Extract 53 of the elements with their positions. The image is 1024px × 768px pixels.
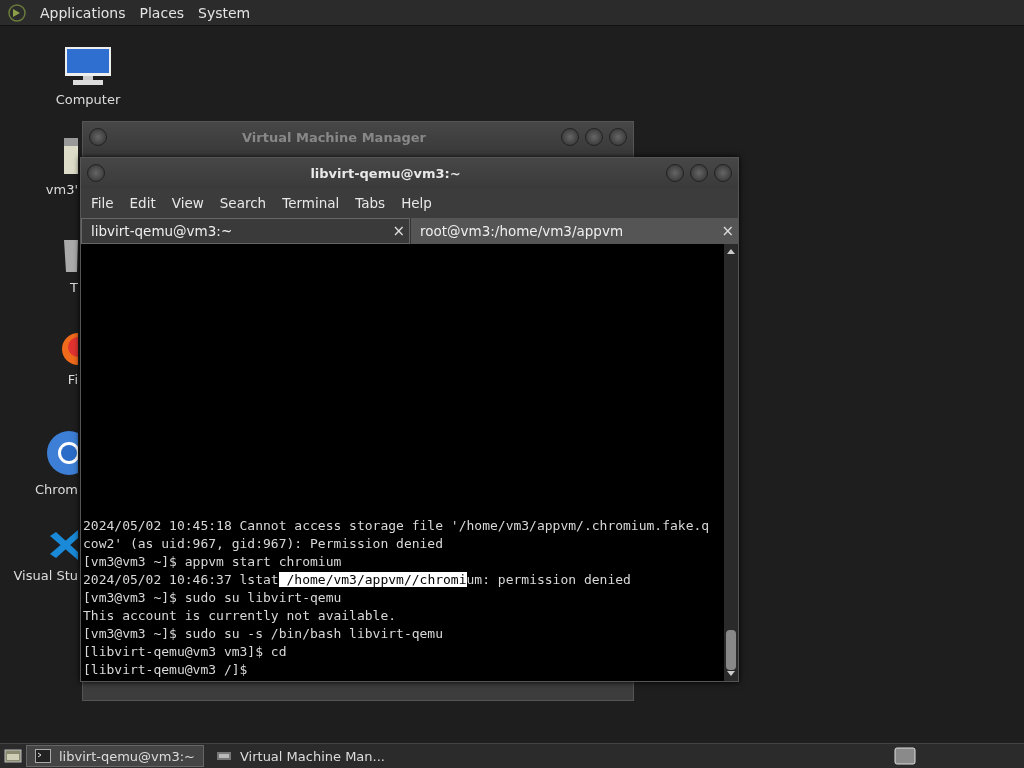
terminal-text: 2024/05/02 10:45:18 Cannot access storage file '/home/vm3/appvm/.chromium.fake.q (83, 518, 710, 533)
terminal-text: um: permission denied (466, 572, 631, 587)
terminal-icon (35, 749, 51, 763)
selected-text: /home/vm3/appvm//chromi (278, 572, 467, 587)
scrollbar[interactable] (724, 244, 738, 681)
terminal-text: 2024/05/02 10:46:37 lstat (83, 572, 279, 587)
show-desktop-icon[interactable] (4, 748, 22, 764)
menu-item[interactable]: Search (211, 195, 275, 211)
menu-item[interactable]: File (83, 195, 122, 211)
window-title: Virtual Machine Manager (241, 129, 427, 145)
close-button[interactable] (609, 128, 627, 146)
window-menu-button[interactable] (87, 164, 105, 182)
menu-item[interactable]: Tabs (347, 195, 394, 211)
tab[interactable]: root@vm3:/home/vm3/appvm × (410, 218, 738, 244)
menu-item[interactable]: View (163, 195, 212, 211)
icon-label: T (70, 280, 78, 295)
terminal-text: cow2' (as uid:967, gid:967): Permission denied (83, 536, 444, 551)
terminal-text: [vm3@vm3 ~]$ sudo su libvirt-qemu (83, 590, 342, 605)
maximize-button[interactable] (690, 164, 708, 182)
panel-menu[interactable]: Applications (40, 4, 126, 21)
computer-icon[interactable] (63, 46, 113, 86)
scroll-up-icon[interactable] (726, 247, 736, 255)
window-title: libvirt-qemu@vm3:~ (309, 165, 462, 181)
terminal-text: [libvirt-qemu@vm3 vm3]$ cd (83, 644, 287, 659)
code-editor-icon[interactable] (50, 528, 78, 562)
workspace-icon[interactable] (894, 747, 916, 765)
panel-menu[interactable]: System (198, 4, 251, 21)
menu-item[interactable]: Help (393, 195, 440, 211)
close-tab-button[interactable]: × (392, 222, 405, 240)
terminal-text: [vm3@vm3 ~]$ appvm start chromium (83, 554, 342, 569)
taskbar-button[interactable]: libvirt-qemu@vm3:~ (26, 745, 204, 767)
window-menu-button[interactable] (89, 128, 107, 146)
close-button[interactable] (714, 164, 732, 182)
icon-label: Visual Stu (13, 568, 78, 583)
icon-label: Chrom (35, 482, 78, 497)
icon-label: vm3' (45, 182, 78, 197)
menu-item[interactable]: Edit (121, 195, 164, 211)
icon-label: Computer (55, 92, 121, 107)
window-icon (215, 749, 232, 763)
menu-item[interactable]: Terminal (274, 195, 348, 211)
icon-label: Fi (67, 372, 78, 387)
panel-menu[interactable]: Places (139, 4, 185, 21)
minimize-button[interactable] (666, 164, 684, 182)
terminal-text: [libvirt-qemu@vm3 /]$ (83, 662, 248, 677)
scroll-thumb[interactable] (726, 630, 736, 670)
logo-icon[interactable] (8, 3, 26, 22)
terminal-text: [vm3@vm3 ~]$ sudo su -s /bin/bash libvirt-qemu (83, 626, 444, 641)
taskbar-button[interactable]: Virtual Machine Man... (207, 746, 393, 766)
tab[interactable]: libvirt-qemu@vm3:~ × (81, 218, 410, 244)
maximize-button[interactable] (585, 128, 603, 146)
minimize-button[interactable] (561, 128, 579, 146)
close-tab-button[interactable]: × (721, 222, 734, 240)
terminal-text: This account is currently not available. (83, 608, 397, 623)
